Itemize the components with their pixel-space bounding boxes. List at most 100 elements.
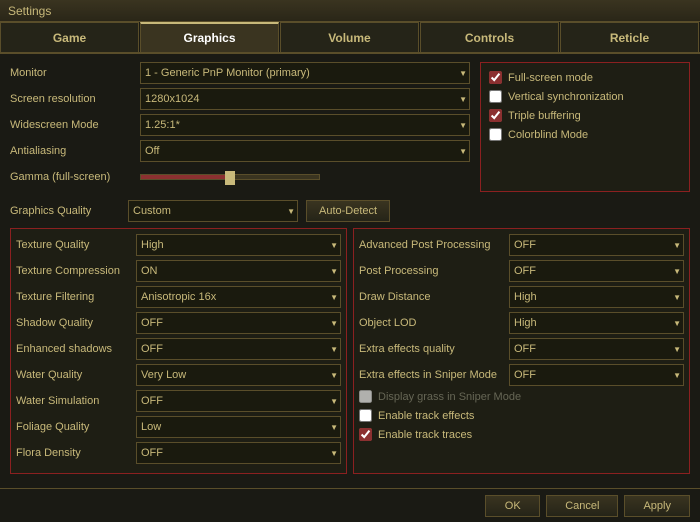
left-quality-label-3: Shadow Quality [16, 317, 136, 329]
apply-button[interactable]: Apply [624, 495, 690, 517]
left-quality-row-7: Foliage Quality Low [16, 416, 341, 438]
right-quality-label-5: Extra effects in Sniper Mode [359, 369, 509, 381]
left-quality-select-0[interactable]: High [136, 234, 341, 256]
left-quality-label-8: Flora Density [16, 447, 136, 459]
monitor-select[interactable]: 1 - Generic PnP Monitor (primary) [140, 62, 470, 84]
right-quality-dropdown-wrapper-0[interactable]: OFF [509, 234, 684, 256]
left-quality-row-6: Water Simulation OFF [16, 390, 341, 412]
monitor-dropdown-wrapper[interactable]: 1 - Generic PnP Monitor (primary) [140, 62, 470, 84]
right-quality-row-4: Extra effects quality OFF [359, 338, 684, 360]
resolution-select[interactable]: 1280x1024 [140, 88, 470, 110]
right-quality-select-2[interactable]: High [509, 286, 684, 308]
left-quality-dropdown-wrapper-3[interactable]: OFF [136, 312, 341, 334]
right-quality-dropdown-wrapper-1[interactable]: OFF [509, 260, 684, 282]
antialiasing-dropdown-wrapper[interactable]: Off [140, 140, 470, 162]
right-quality-col: Advanced Post Processing OFF Post Proces… [353, 228, 690, 474]
left-quality-dropdown-wrapper-6[interactable]: OFF [136, 390, 341, 412]
right-quality-dropdown-wrapper-5[interactable]: OFF [509, 364, 684, 386]
triple-buffering-label[interactable]: Triple buffering [508, 110, 581, 122]
right-checkboxes-panel: Full-screen mode Vertical synchronizatio… [480, 62, 690, 192]
left-quality-select-1[interactable]: ON [136, 260, 341, 282]
right-quality-row-5: Extra effects in Sniper Mode OFF [359, 364, 684, 386]
widescreen-row: Widescreen Mode 1.25:1* [10, 114, 470, 136]
gamma-slider[interactable] [140, 174, 470, 180]
left-quality-dropdown-wrapper-8[interactable]: OFF [136, 442, 341, 464]
left-quality-select-4[interactable]: OFF [136, 338, 341, 360]
right-quality-label-0: Advanced Post Processing [359, 239, 509, 251]
graphics-quality-select[interactable]: Custom [128, 200, 298, 222]
tab-volume[interactable]: Volume [280, 22, 419, 52]
right-quality-select-4[interactable]: OFF [509, 338, 684, 360]
colorblind-row: Colorblind Mode [489, 128, 681, 141]
right-quality-select-3[interactable]: High [509, 312, 684, 334]
left-quality-select-3[interactable]: OFF [136, 312, 341, 334]
monitor-row: Monitor 1 - Generic PnP Monitor (primary… [10, 62, 470, 84]
top-section: Monitor 1 - Generic PnP Monitor (primary… [10, 62, 690, 192]
colorblind-label[interactable]: Colorblind Mode [508, 129, 588, 141]
tab-game[interactable]: Game [0, 22, 139, 52]
auto-detect-button[interactable]: Auto-Detect [306, 200, 390, 222]
widescreen-select[interactable]: 1.25:1* [140, 114, 470, 136]
vsync-checkbox[interactable] [489, 90, 502, 103]
bottom-bar: OK Cancel Apply [0, 488, 700, 522]
left-quality-dropdown-wrapper-0[interactable]: High [136, 234, 341, 256]
left-quality-select-2[interactable]: Anisotropic 16x [136, 286, 341, 308]
graphics-quality-dropdown-wrapper[interactable]: Custom [128, 200, 298, 222]
right-quality-label-2: Draw Distance [359, 291, 509, 303]
cancel-button[interactable]: Cancel [546, 495, 618, 517]
gamma-row: Gamma (full-screen) [10, 166, 470, 188]
left-quality-row-3: Shadow Quality OFF [16, 312, 341, 334]
triple-buffering-row: Triple buffering [489, 109, 681, 122]
widescreen-label: Widescreen Mode [10, 119, 140, 131]
left-quality-row-8: Flora Density OFF [16, 442, 341, 464]
colorblind-checkbox[interactable] [489, 128, 502, 141]
right-quality-dropdown-wrapper-2[interactable]: High [509, 286, 684, 308]
graphics-quality-label: Graphics Quality [10, 205, 120, 217]
tab-reticle[interactable]: Reticle [560, 22, 699, 52]
left-quality-select-8[interactable]: OFF [136, 442, 341, 464]
right-cb-label-1[interactable]: Enable track effects [378, 410, 474, 422]
left-quality-dropdown-wrapper-1[interactable]: ON [136, 260, 341, 282]
left-quality-col: Texture Quality High Texture Compression… [10, 228, 347, 474]
tab-graphics[interactable]: Graphics [140, 22, 279, 52]
resolution-row: Screen resolution 1280x1024 [10, 88, 470, 110]
fullscreen-checkbox[interactable] [489, 71, 502, 84]
ok-button[interactable]: OK [485, 495, 540, 517]
right-cb-0 [359, 390, 372, 403]
title-bar: Settings [0, 0, 700, 22]
tab-controls[interactable]: Controls [420, 22, 559, 52]
left-quality-row-0: Texture Quality High [16, 234, 341, 256]
vsync-row: Vertical synchronization [489, 90, 681, 103]
left-quality-dropdown-wrapper-7[interactable]: Low [136, 416, 341, 438]
tabs-bar: Game Graphics Volume Controls Reticle [0, 22, 700, 54]
left-quality-dropdown-wrapper-5[interactable]: Very Low [136, 364, 341, 386]
right-quality-row-1: Post Processing OFF [359, 260, 684, 282]
right-quality-select-5[interactable]: OFF [509, 364, 684, 386]
widescreen-dropdown-wrapper[interactable]: 1.25:1* [140, 114, 470, 136]
graphics-quality-row: Graphics Quality Custom Auto-Detect [10, 200, 690, 222]
left-quality-select-5[interactable]: Very Low [136, 364, 341, 386]
antialiasing-select[interactable]: Off [140, 140, 470, 162]
right-quality-dropdown-wrapper-4[interactable]: OFF [509, 338, 684, 360]
right-quality-select-1[interactable]: OFF [509, 260, 684, 282]
left-quality-dropdown-wrapper-2[interactable]: Anisotropic 16x [136, 286, 341, 308]
right-quality-label-4: Extra effects quality [359, 343, 509, 355]
triple-buffering-checkbox[interactable] [489, 109, 502, 122]
resolution-label: Screen resolution [10, 93, 140, 105]
right-quality-row-0: Advanced Post Processing OFF [359, 234, 684, 256]
left-quality-select-7[interactable]: Low [136, 416, 341, 438]
right-cb-2[interactable] [359, 428, 372, 441]
left-quality-dropdown-wrapper-4[interactable]: OFF [136, 338, 341, 360]
resolution-dropdown-wrapper[interactable]: 1280x1024 [140, 88, 470, 110]
left-quality-label-7: Foliage Quality [16, 421, 136, 433]
left-quality-select-6[interactable]: OFF [136, 390, 341, 412]
right-cb-label-2[interactable]: Enable track traces [378, 429, 472, 441]
right-cb-1[interactable] [359, 409, 372, 422]
right-quality-dropdown-wrapper-3[interactable]: High [509, 312, 684, 334]
left-quality-label-2: Texture Filtering [16, 291, 136, 303]
right-cb-row-0: Display grass in Sniper Mode [359, 390, 684, 403]
fullscreen-label[interactable]: Full-screen mode [508, 72, 593, 84]
right-quality-select-0[interactable]: OFF [509, 234, 684, 256]
left-quality-label-0: Texture Quality [16, 239, 136, 251]
vsync-label[interactable]: Vertical synchronization [508, 91, 624, 103]
